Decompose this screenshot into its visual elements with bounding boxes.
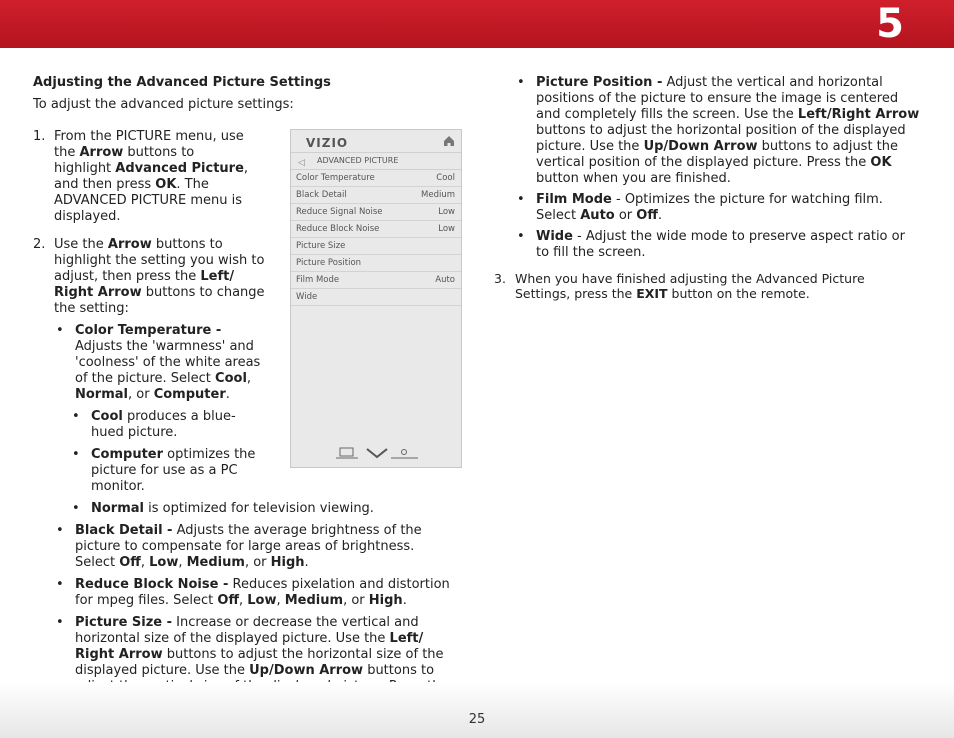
right-column: Picture Position - Adjust the vertical a…	[494, 75, 919, 301]
step-number: 2.	[33, 237, 46, 252]
color-temperature-item: Color Temperature - Adjusts the 'warmnes…	[54, 323, 270, 403]
step-2-text: Use the Arrow buttons to highlight the s…	[54, 237, 265, 316]
menu-row-label: Reduce Signal Noise	[296, 207, 383, 217]
home-icon	[444, 136, 454, 146]
menu-row: Reduce Block Noise Low	[291, 221, 461, 238]
wide-item: Wide - Adjust the wide mode to preserve …	[515, 229, 921, 261]
computer-option: Computer optimizes the picture for use a…	[70, 447, 261, 495]
intro-text: To adjust the advanced picture settings:	[33, 97, 294, 112]
menu-row: Color Temperature Cool	[291, 170, 461, 187]
footer-bar	[0, 682, 954, 738]
menu-row: Picture Size	[291, 238, 461, 255]
film-mode-item: Film Mode - Optimizes the picture for wa…	[515, 192, 921, 224]
advanced-picture-menu-screenshot: VIZIO ◁ ADVANCED PICTURE Color Temperatu…	[290, 129, 462, 468]
menu-row-label: Picture Position	[296, 258, 362, 268]
step-number: 3.	[494, 271, 506, 286]
settings-list-continued: Picture Position - Adjust the vertical a…	[515, 75, 919, 261]
menu-row-label: Wide	[296, 292, 318, 302]
normal-option: Normal is optimized for television viewi…	[70, 501, 458, 517]
picture-position-item: Picture Position - Adjust the vertical a…	[515, 75, 921, 187]
menu-row-label: Reduce Block Noise	[296, 224, 380, 234]
menu-row: Black Detail Medium	[291, 187, 461, 204]
step-1: 1. From the PICTURE menu, use the Arrow …	[33, 129, 254, 225]
step-number: 1.	[33, 129, 46, 144]
cool-option: Cool produces a blue-hued picture.	[70, 409, 241, 441]
step-3: 3. When you have finished adjusting the …	[494, 271, 915, 301]
menu-row-value: Medium	[421, 190, 455, 200]
menu-row-value: Cool	[436, 173, 455, 183]
menu-row: Reduce Signal Noise Low	[291, 204, 461, 221]
settings-gear-icon	[391, 449, 418, 459]
menu-row-label: Black Detail	[296, 190, 347, 200]
page-number: 25	[468, 712, 486, 727]
step-1-text: From the PICTURE menu, use the Arrow but…	[54, 129, 249, 224]
vizio-logo: VIZIO	[306, 136, 349, 150]
back-arrow-icon: ◁	[298, 158, 305, 168]
menu-row-value: Low	[438, 224, 455, 234]
chapter-header-bar: 5	[0, 0, 954, 48]
menu-row-value: Auto	[435, 275, 455, 285]
vizio-v-icon	[366, 448, 388, 459]
section-heading: Adjusting the Advanced Picture Settings	[33, 75, 331, 90]
menu-rows: Color Temperature Cool Black Detail Medium R…	[291, 170, 461, 306]
black-detail-item: Black Detail - Adjusts the average brigh…	[54, 523, 450, 571]
menu-title: ADVANCED PICTURE	[317, 156, 399, 165]
menu-row-value: Low	[438, 207, 455, 217]
menu-row-label: Picture Size	[296, 241, 346, 251]
reduce-block-noise-item: Reduce Block Noise - Reduces pixelation …	[54, 577, 460, 609]
menu-row-label: Color Temperature	[296, 173, 375, 183]
step-3-text: When you have finished adjusting the Adv…	[515, 271, 865, 301]
menu-bottom-icons	[336, 447, 418, 459]
menu-row: Wide	[291, 289, 461, 306]
input-icon	[336, 447, 358, 459]
menu-row: Picture Position	[291, 255, 461, 272]
step-2: 2. Use the Arrow buttons to highlight th…	[33, 237, 274, 317]
menu-row: Film Mode Auto	[291, 272, 461, 289]
chapter-number: 5	[876, 1, 904, 47]
menu-row-label: Film Mode	[296, 275, 340, 285]
